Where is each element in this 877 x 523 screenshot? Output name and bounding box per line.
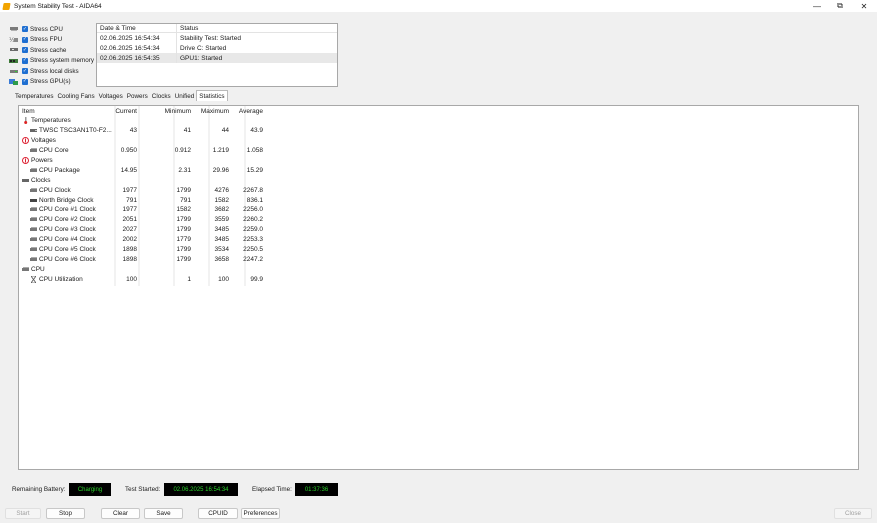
column-header-current[interactable]: Current: [111, 108, 137, 115]
column-header-item[interactable]: Item: [22, 108, 35, 115]
table-row[interactable]: North Bridge Clock 791 791 1582 836.1: [19, 195, 858, 205]
tab-cooling-fans[interactable]: Cooling Fans: [56, 91, 97, 101]
stress-option-fpu[interactable]: ½ ✓ Stress FPU: [9, 35, 99, 46]
chip-icon: [30, 167, 37, 173]
stop-button[interactable]: Stop: [46, 508, 85, 519]
checkbox-checked-icon[interactable]: ✓: [22, 57, 28, 64]
save-button[interactable]: Save: [144, 508, 183, 519]
chip-icon: [30, 227, 37, 233]
disk-icon: [9, 68, 19, 75]
chip-icon: [30, 247, 37, 253]
close-button[interactable]: Close: [834, 508, 872, 519]
memory-icon: [9, 57, 19, 64]
chip-icon: [30, 256, 37, 262]
table-row[interactable]: CPU Core #4 Clock 2002 1779 3485 2253.3: [19, 235, 858, 245]
column-header-maximum[interactable]: Maximum: [193, 108, 229, 115]
checkbox-checked-icon[interactable]: ✓: [22, 47, 28, 54]
log-row[interactable]: 02.06.2025 16:54:34 Stability Test: Star…: [97, 33, 337, 43]
test-started-label: Test Started:: [125, 486, 161, 493]
stress-option-memory[interactable]: ✓ Stress system memory: [9, 56, 99, 67]
minimize-button[interactable]: —: [805, 0, 829, 12]
tab-clocks[interactable]: Clocks: [150, 91, 173, 101]
stress-options: ✓ Stress CPU ½ ✓ Stress FPU ✓ Stress cac…: [9, 24, 99, 87]
checkbox-checked-icon[interactable]: ✓: [22, 78, 28, 85]
chip-icon: [30, 187, 37, 193]
table-row[interactable]: CPU Core #2 Clock 2051 1799 3559 2260.2: [19, 215, 858, 225]
cpuid-button[interactable]: CPUID: [198, 508, 238, 519]
table-header: Item Current Minimum Maximum Average: [19, 106, 858, 116]
table-row[interactable]: CPU Clock 1977 1799 4276 2267.8: [19, 185, 858, 195]
tab-temperatures[interactable]: Temperatures: [13, 91, 56, 101]
table-row[interactable]: CPU Package 14.95 2.31 29.96 15.29: [19, 165, 858, 175]
group-row-cpu[interactable]: CPU: [19, 264, 858, 274]
hourglass-icon: [30, 275, 37, 283]
clock-icon: [22, 177, 29, 183]
test-started-value: 02.06.2025 16:54:34: [164, 483, 238, 496]
table-row[interactable]: CPU Core #5 Clock 1898 1799 3534 2250.5: [19, 245, 858, 255]
aida64-flame-icon: [2, 2, 11, 10]
chip-icon: [30, 237, 37, 243]
table-row[interactable]: CPU Core #3 Clock 2027 1799 3485 2259.0: [19, 225, 858, 235]
checkbox-checked-icon[interactable]: ✓: [22, 68, 28, 75]
column-header-date-time[interactable]: Date & Time: [97, 25, 176, 32]
checkbox-checked-icon[interactable]: ✓: [22, 36, 28, 43]
tab-bar: Temperatures Cooling Fans Voltages Power…: [13, 90, 228, 101]
voltage-icon: [22, 137, 29, 145]
maximize-button[interactable]: ⧉: [828, 0, 852, 12]
event-log-header: Date & Time Status: [97, 23, 337, 33]
status-bar: Remaining Battery: Charging Test Started…: [0, 483, 877, 497]
group-row-temperatures[interactable]: Temperatures: [19, 116, 858, 126]
tab-voltages[interactable]: Voltages: [97, 91, 125, 101]
elapsed-time-label: Elapsed Time:: [252, 486, 292, 493]
cpu-group-icon: [22, 266, 29, 272]
column-header-status[interactable]: Status: [176, 23, 336, 33]
group-row-powers[interactable]: Powers: [19, 156, 858, 166]
column-header-average[interactable]: Average: [229, 108, 263, 115]
elapsed-time-value: 01:37:36: [295, 483, 338, 496]
remaining-battery-label: Remaining Battery:: [12, 486, 66, 493]
table-row[interactable]: CPU Core 0.950 0.912 1.219 1.058: [19, 146, 858, 156]
stress-option-cpu[interactable]: ✓ Stress CPU: [9, 24, 99, 35]
table-row[interactable]: CPU Utilization 100 1 100 99.9: [19, 274, 858, 284]
stress-option-cache[interactable]: ✓ Stress cache: [9, 45, 99, 56]
northbridge-icon: [30, 197, 37, 203]
tab-statistics[interactable]: Statistics: [196, 90, 228, 101]
column-header-minimum[interactable]: Minimum: [157, 108, 191, 115]
chip-icon: [30, 217, 37, 223]
checkbox-checked-icon[interactable]: ✓: [22, 26, 28, 33]
statistics-table[interactable]: Item Current Minimum Maximum Average Tem…: [18, 105, 859, 470]
tab-powers[interactable]: Powers: [125, 91, 150, 101]
start-button[interactable]: Start: [5, 508, 41, 519]
stress-option-disks[interactable]: ✓ Stress local disks: [9, 66, 99, 77]
chip-icon: [30, 207, 37, 213]
clear-button[interactable]: Clear: [101, 508, 140, 519]
table-row[interactable]: CPU Core #1 Clock 1977 1582 3682 2256.0: [19, 205, 858, 215]
remaining-battery-value: Charging: [69, 483, 111, 496]
group-row-voltages[interactable]: Voltages: [19, 136, 858, 146]
close-window-button[interactable]: ✕: [852, 0, 876, 12]
stress-option-gpu[interactable]: ✓ Stress GPU(s): [9, 77, 99, 88]
table-row[interactable]: TWSC TSC3AN1T0-F2... 43 41 44 43.9: [19, 126, 858, 136]
title-bar: System Stability Test - AIDA64 — ⧉ ✕: [0, 0, 877, 12]
cache-icon: [9, 47, 19, 54]
cpu-icon: [9, 26, 19, 33]
log-row[interactable]: 02.06.2025 16:54:35 GPU1: Started: [97, 53, 337, 63]
chip-icon: [30, 148, 37, 154]
gpu-icon: [9, 78, 19, 85]
preferences-button[interactable]: Preferences: [241, 508, 280, 519]
event-log[interactable]: Date & Time Status 02.06.2025 16:54:34 S…: [96, 23, 338, 87]
log-row[interactable]: 02.06.2025 16:54:34 Drive C: Started: [97, 43, 337, 53]
table-row[interactable]: CPU Core #6 Clock 1898 1799 3658 2247.2: [19, 254, 858, 264]
window-title: System Stability Test - AIDA64: [14, 2, 102, 10]
power-icon: [22, 157, 29, 164]
tab-unified[interactable]: Unified: [173, 91, 197, 101]
group-row-clocks[interactable]: Clocks: [19, 175, 858, 185]
thermometer-icon: [22, 117, 29, 125]
fpu-icon: ½: [9, 36, 19, 44]
drive-icon: [30, 128, 37, 134]
